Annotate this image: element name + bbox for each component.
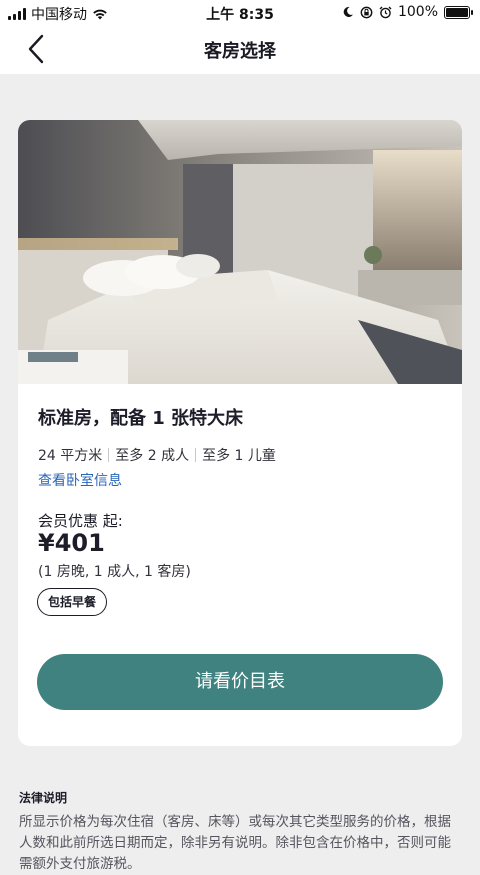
room-price: ¥401 bbox=[38, 529, 105, 557]
breakfast-badge: 包括早餐 bbox=[37, 588, 108, 616]
status-bar: 中国移动 上午 8:35 100% bbox=[0, 0, 480, 24]
nav-bar: 客房选择 bbox=[0, 24, 480, 74]
battery-icon bbox=[444, 5, 473, 19]
divider bbox=[195, 448, 197, 462]
alarm-icon bbox=[379, 6, 392, 18]
member-price-label: 会员优惠 起: bbox=[38, 512, 123, 530]
price-detail: (1 房晚, 1 成人, 1 客房) bbox=[38, 564, 191, 580]
page-title: 客房选择 bbox=[204, 41, 276, 62]
legal-title: 法律说明 bbox=[19, 791, 68, 805]
battery-percent: 100% bbox=[397, 4, 438, 20]
room-photo[interactable] bbox=[18, 120, 462, 384]
view-rates-button[interactable]: 请看价目表 bbox=[37, 654, 443, 710]
moon-icon bbox=[343, 6, 353, 17]
max-adults: 至多 2 成人 bbox=[115, 448, 190, 464]
divider bbox=[108, 448, 110, 462]
status-right: 100% bbox=[342, 4, 473, 20]
room-name: 标准房，配备 1 张特大床 bbox=[38, 408, 244, 429]
room-info-link[interactable]: 查看卧室信息 bbox=[38, 470, 122, 490]
room-card: 标准房，配备 1 张特大床 24 平方米 至多 2 成人 至多 1 儿童 查看卧… bbox=[18, 120, 462, 746]
legal-body: 所显示价格为每次住宿（客房、床等）或每次其它类型服务的价格，根据人数和此前所选日… bbox=[19, 814, 451, 872]
room-size: 24 平方米 bbox=[38, 448, 103, 464]
room-specs: 24 平方米 至多 2 成人 至多 1 儿童 bbox=[38, 445, 276, 465]
max-children: 至多 1 儿童 bbox=[202, 448, 276, 464]
rotation-lock-icon bbox=[360, 6, 373, 18]
